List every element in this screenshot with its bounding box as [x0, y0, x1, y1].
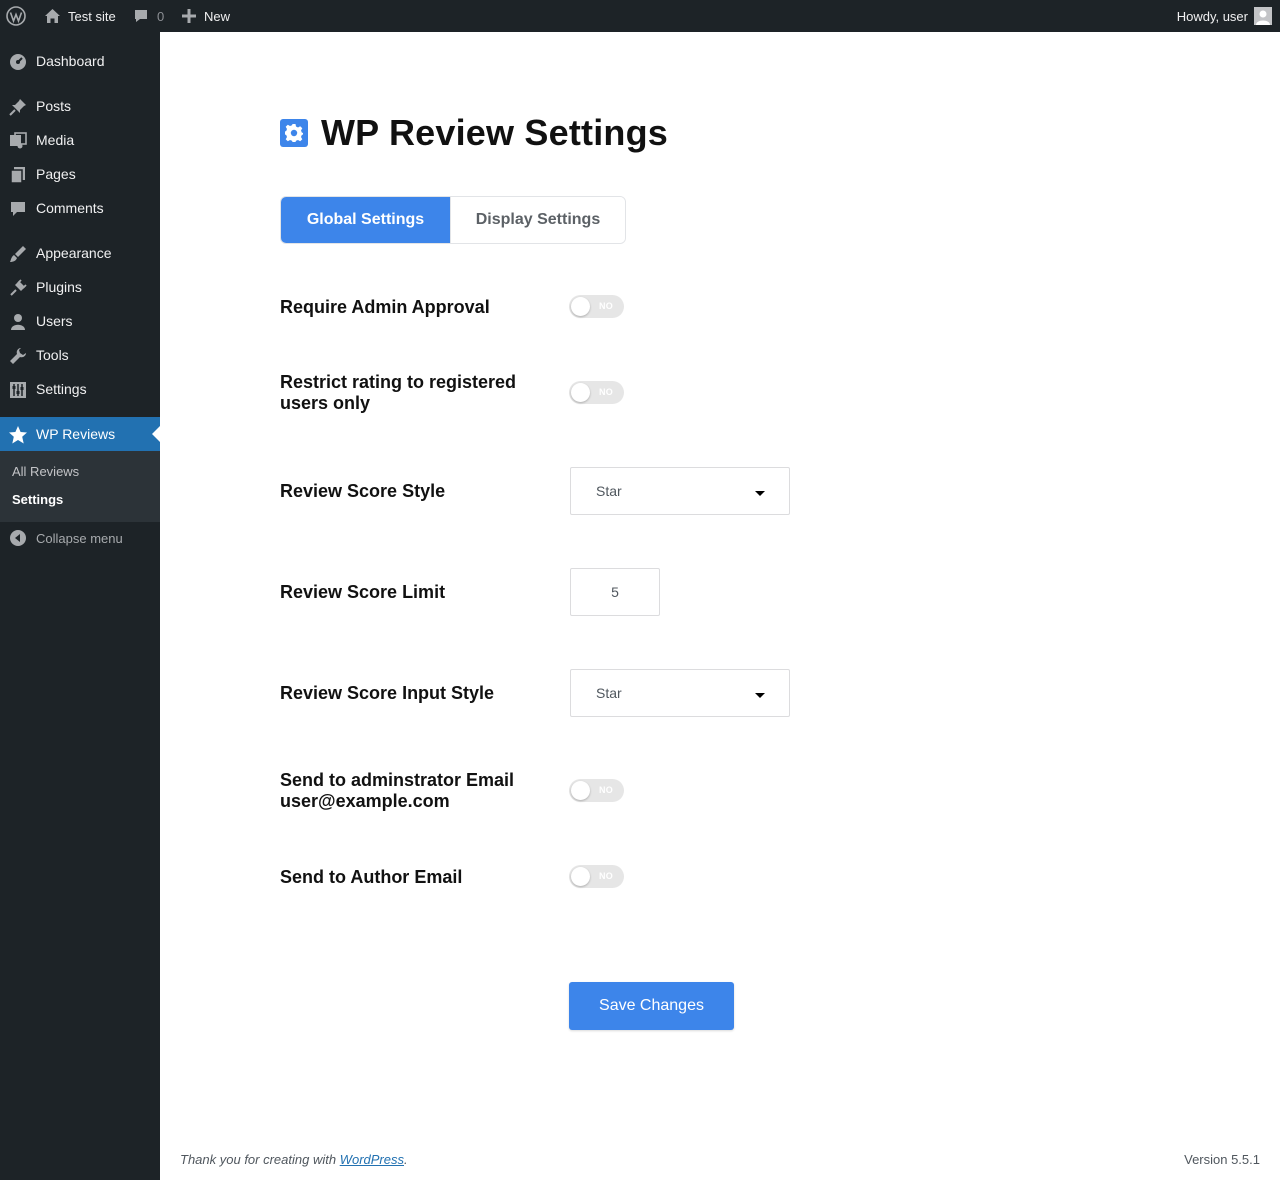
sidebar-item-label: Dashboard — [36, 53, 105, 69]
toggle-knob — [571, 867, 590, 886]
toggle-knob — [571, 383, 590, 402]
footer-thanks-text: Thank you for creating with — [180, 1152, 340, 1167]
score-input-style-select[interactable]: Star — [570, 669, 790, 717]
submenu-settings[interactable]: Settings — [12, 492, 63, 507]
toggle-state: NO — [599, 387, 614, 397]
new-label: New — [204, 8, 231, 24]
toggle-knob — [571, 781, 590, 800]
settings-tabs: Global Settings Display Settings — [280, 196, 626, 244]
collapse-arrow-icon — [10, 530, 26, 549]
user-icon — [8, 312, 28, 332]
admin-sidebar: Dashboard Posts Media Pages Comments App… — [0, 32, 160, 1180]
wordpress-logo-icon[interactable] — [6, 0, 28, 32]
dashboard-icon — [8, 52, 28, 72]
account-menu[interactable]: Howdy, user — [1177, 0, 1272, 32]
avatar — [1254, 7, 1272, 25]
score-limit-label: Review Score Limit — [280, 582, 446, 602]
sidebar-item-label: Comments — [36, 200, 104, 216]
restrict-rating-label: Restrict rating to registered users only — [280, 372, 517, 413]
submenu-all-reviews[interactable]: All Reviews — [12, 464, 79, 479]
site-name-link[interactable]: Test site — [44, 0, 116, 32]
toggle-state: NO — [599, 871, 614, 881]
tab-display-settings[interactable]: Display Settings — [450, 197, 625, 243]
toggle-state: NO — [599, 301, 614, 311]
comments-count: 0 — [157, 8, 165, 24]
tab-global-settings[interactable]: Global Settings — [281, 197, 450, 243]
send-author-email-label: Send to Author Email — [280, 867, 463, 887]
sidebar-item-appearance[interactable]: Appearance — [0, 236, 160, 270]
footer-version: Version 5.5.1 — [1184, 1152, 1260, 1167]
toggle-knob — [571, 297, 590, 316]
comment-icon — [8, 199, 28, 219]
howdy-text: Howdy, user — [1176, 8, 1248, 24]
sliders-icon — [8, 380, 28, 400]
sidebar-item-wp-reviews[interactable]: WP Reviews — [0, 417, 160, 451]
sidebar-item-posts[interactable]: Posts — [0, 89, 160, 123]
sidebar-item-settings[interactable]: Settings — [0, 372, 160, 406]
send-admin-email-toggle[interactable]: NO — [569, 779, 624, 802]
sidebar-item-label: WP Reviews — [36, 426, 116, 442]
media-icon — [8, 131, 28, 151]
toggle-state: NO — [599, 785, 614, 795]
sidebar-item-label: Media — [36, 132, 75, 148]
new-content-link[interactable]: New — [182, 0, 230, 32]
plus-icon — [182, 9, 196, 23]
send-author-email-toggle[interactable]: NO — [569, 865, 624, 888]
collapse-label: Collapse menu — [36, 530, 123, 546]
sidebar-item-label: Appearance — [36, 245, 112, 261]
sidebar-item-comments[interactable]: Comments — [0, 191, 160, 225]
site-name: Test site — [68, 8, 116, 24]
pin-icon — [8, 97, 28, 117]
star-icon — [8, 425, 28, 445]
restrict-rating-toggle[interactable]: NO — [569, 381, 624, 404]
wordpress-link[interactable]: WordPress — [340, 1152, 404, 1167]
gear-icon — [280, 119, 308, 147]
sidebar-item-media[interactable]: Media — [0, 123, 160, 157]
sidebar-item-users[interactable]: Users — [0, 304, 160, 338]
chevron-down-icon — [755, 693, 765, 698]
admin-bar: Test site 0 New Howdy, user — [0, 0, 1280, 32]
sidebar-item-plugins[interactable]: Plugins — [0, 270, 160, 304]
pages-icon — [8, 165, 28, 185]
score-limit-input[interactable]: 5 — [570, 568, 660, 616]
sidebar-item-label: Settings — [36, 381, 87, 397]
sidebar-item-pages[interactable]: Pages — [0, 157, 160, 191]
wrench-icon — [8, 346, 28, 366]
sidebar-item-label: Plugins — [36, 279, 82, 295]
sidebar-item-label: Users — [36, 313, 73, 329]
save-changes-button[interactable]: Save Changes — [569, 982, 734, 1030]
require-admin-approval-label: Require Admin Approval — [280, 297, 490, 317]
comment-bubble-icon — [135, 10, 147, 22]
score-style-select[interactable]: Star — [570, 467, 790, 515]
send-admin-email-label: Send to adminstrator Email user@example.… — [280, 770, 515, 811]
collapse-menu-button[interactable]: Collapse menu — [0, 526, 160, 550]
footer-thanks: Thank you for creating with WordPress. — [180, 1152, 408, 1167]
require-admin-approval-toggle[interactable]: NO — [569, 295, 624, 318]
wp-reviews-submenu: All Reviews Settings — [0, 451, 160, 522]
score-style-label: Review Score Style — [280, 481, 446, 501]
footer-suffix: . — [404, 1152, 408, 1167]
brush-icon — [8, 244, 28, 264]
sidebar-item-label: Posts — [36, 98, 72, 114]
sidebar-item-label: Pages — [36, 166, 76, 182]
comments-link[interactable]: 0 — [133, 0, 164, 32]
score-input-style-label: Review Score Input Style — [280, 683, 495, 703]
sidebar-item-label: Tools — [36, 347, 69, 363]
active-arrow — [152, 426, 160, 442]
select-value: Star — [596, 685, 622, 701]
chevron-down-icon — [755, 491, 765, 496]
home-icon — [45, 9, 60, 23]
page-title: WP Review Settings — [280, 111, 668, 155]
select-value: Star — [596, 483, 622, 499]
plug-icon — [8, 278, 28, 298]
sidebar-item-tools[interactable]: Tools — [0, 338, 160, 372]
sidebar-item-dashboard[interactable]: Dashboard — [0, 44, 160, 78]
page-title-text: WP Review Settings — [321, 112, 669, 153]
